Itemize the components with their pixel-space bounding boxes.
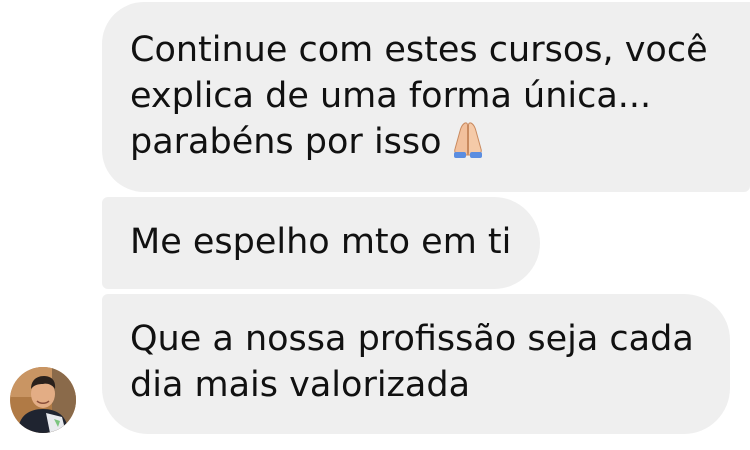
chat-thread: Continue com estes cursos, você explica …	[0, 0, 750, 450]
message-text: Continue com estes cursos, você explica …	[130, 30, 708, 162]
message-bubble[interactable]: Me espelho mto em ti	[102, 197, 540, 289]
message-bubble[interactable]: Continue com estes cursos, você explica …	[102, 2, 750, 192]
folded-hands-icon	[448, 119, 488, 159]
sender-avatar[interactable]	[10, 367, 76, 433]
avatar-image	[10, 367, 76, 433]
message-bubble[interactable]: Que a nossa profissão seja cada dia mais…	[102, 294, 730, 434]
message-text: Me espelho mto em ti	[130, 222, 512, 262]
message-text: Que a nossa profissão seja cada dia mais…	[130, 319, 694, 405]
